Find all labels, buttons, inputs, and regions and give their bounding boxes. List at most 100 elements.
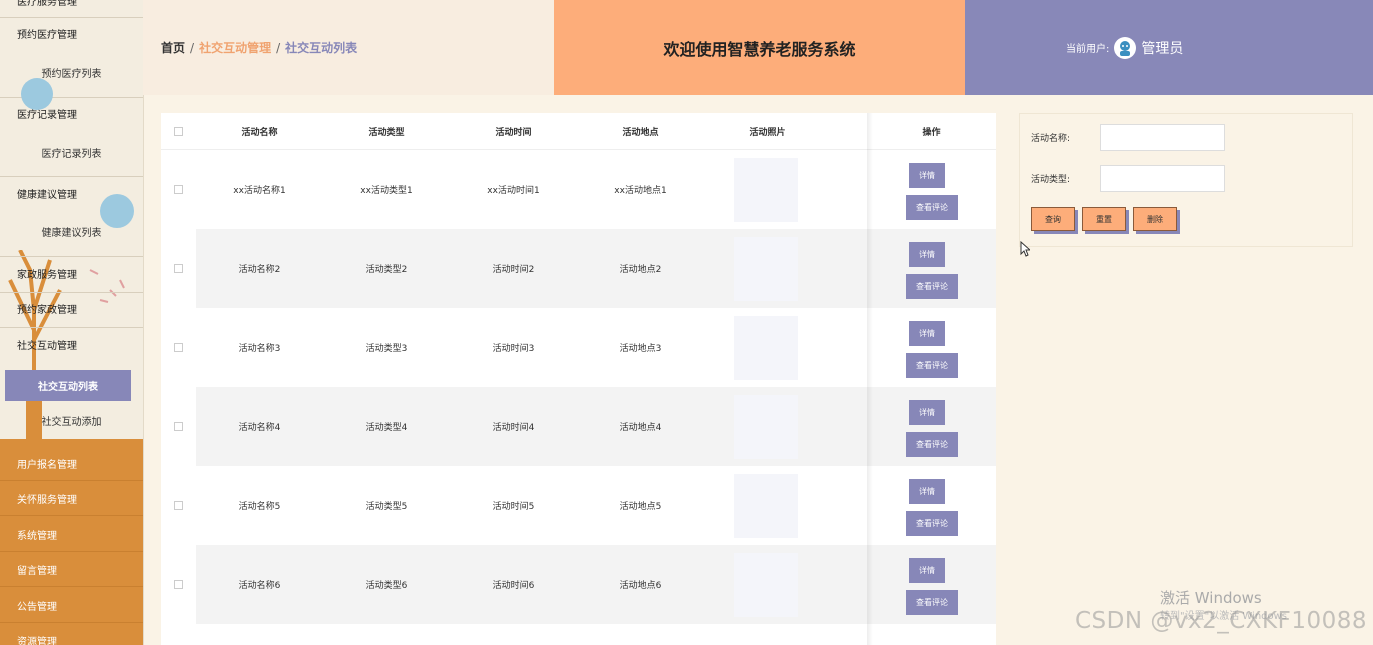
cell-type: 活动类型2 bbox=[365, 265, 408, 275]
breadcrumb-social-management[interactable]: 社交互动管理 bbox=[199, 39, 271, 56]
activity-photo bbox=[734, 237, 798, 301]
activity-photo bbox=[734, 395, 798, 459]
column-header-type: 活动类型 bbox=[368, 127, 405, 138]
reset-button[interactable]: 重置 bbox=[1082, 207, 1126, 231]
sidebar-group-care-service[interactable]: 关怀服务管理 bbox=[0, 481, 143, 516]
sidebar: 医疗服务管理 预约医疗管理 预约医疗列表 医疗记录管理 医疗记录列表 健康建议管… bbox=[0, 0, 144, 645]
sidebar-orange-section: 用户报名管理 关怀服务管理 系统管理 留言管理 公告管理 资源管理 bbox=[0, 439, 143, 645]
cell-time: 活动时间2 bbox=[492, 265, 535, 275]
sidebar-item-housekeeping-appointment[interactable]: 预约家政管理 bbox=[0, 302, 143, 320]
view-comments-button[interactable]: 查看评论 bbox=[906, 511, 958, 536]
page-title: 欢迎使用智慧养老服务系统 bbox=[663, 39, 856, 59]
cell-place: 活动地点3 bbox=[619, 344, 662, 354]
activity-photo bbox=[734, 474, 798, 538]
cell-type: 活动类型6 bbox=[365, 581, 408, 591]
view-comments-button[interactable]: 查看评论 bbox=[906, 353, 958, 378]
cell-place: 活动地点2 bbox=[619, 265, 662, 275]
detail-button[interactable]: 详情 bbox=[909, 242, 945, 267]
column-header-name: 活动名称 bbox=[241, 127, 278, 138]
detail-button[interactable]: 详情 bbox=[909, 321, 945, 346]
cell-name: 活动名称5 bbox=[238, 502, 281, 512]
view-comments-button[interactable]: 查看评论 bbox=[906, 274, 958, 299]
divider bbox=[0, 327, 143, 328]
detail-button[interactable]: 详情 bbox=[909, 400, 945, 425]
select-all-checkbox[interactable] bbox=[161, 113, 196, 149]
column-header-time: 活动时间 bbox=[495, 127, 532, 138]
cell-place: xx活动地点1 bbox=[614, 186, 667, 196]
activity-photo bbox=[734, 158, 798, 222]
activity-photo bbox=[734, 553, 798, 617]
delete-button[interactable]: 删除 bbox=[1133, 207, 1177, 231]
activity-table: 活动名称 活动类型 活动时间 活动地点 活动照片 操作 xx活动名称1 xx活动类… bbox=[161, 113, 996, 645]
detail-button[interactable]: 详情 bbox=[909, 163, 945, 188]
sidebar-group-housekeeping[interactable]: 家政服务管理 bbox=[0, 267, 143, 285]
cell-name: 活动名称3 bbox=[238, 344, 281, 354]
cell-name: xx活动名称1 bbox=[233, 186, 286, 196]
cell-time: 活动时间5 bbox=[492, 502, 535, 512]
cell-time: 活动时间6 bbox=[492, 581, 535, 591]
mouse-cursor-icon bbox=[1020, 241, 1030, 257]
cell-time: 活动时间4 bbox=[492, 423, 535, 433]
sidebar-group-user-signup[interactable]: 用户报名管理 bbox=[0, 446, 143, 481]
view-comments-button[interactable]: 查看评论 bbox=[906, 432, 958, 457]
cell-name: 活动名称6 bbox=[238, 581, 281, 591]
cell-time: 活动时间3 bbox=[492, 344, 535, 354]
fixed-column-shadow bbox=[867, 113, 873, 645]
breadcrumb-social-list: 社交互动列表 bbox=[285, 41, 358, 55]
sidebar-group-system[interactable]: 系统管理 bbox=[0, 517, 143, 552]
detail-button[interactable]: 详情 bbox=[909, 558, 945, 583]
sidebar-item-medical-record-list[interactable]: 医疗记录列表 bbox=[0, 146, 143, 164]
activity-photo bbox=[734, 316, 798, 380]
row-checkbox[interactable] bbox=[161, 150, 196, 229]
sidebar-group-social[interactable]: 社交互动管理 bbox=[0, 338, 143, 356]
search-panel: 活动名称: 活动类型: 查询 重置 删除 bbox=[1019, 113, 1353, 247]
breadcrumb: 首页 / 社交互动管理 / 社交互动列表 bbox=[143, 0, 554, 95]
divider bbox=[0, 292, 143, 293]
header-title-block: 欢迎使用智慧养老服务系统 bbox=[554, 0, 965, 95]
cell-time: xx活动时间1 bbox=[487, 186, 540, 196]
sidebar-group-notice[interactable]: 公告管理 bbox=[0, 588, 143, 623]
cell-type: 活动类型4 bbox=[365, 423, 408, 433]
column-header-operation: 操作 bbox=[922, 127, 941, 138]
activity-name-input[interactable] bbox=[1100, 124, 1225, 151]
sidebar-group-medical[interactable]: 医疗服务管理 bbox=[0, 0, 143, 12]
cell-name: 活动名称4 bbox=[238, 423, 281, 433]
query-button[interactable]: 查询 bbox=[1031, 207, 1075, 231]
breadcrumb-home[interactable]: 首页 bbox=[161, 39, 185, 56]
windows-activation-watermark: 激活 Windows bbox=[1160, 589, 1262, 607]
sidebar-group-appointment-medical[interactable]: 预约医疗管理 bbox=[0, 27, 143, 45]
cell-type: xx活动类型1 bbox=[360, 186, 413, 196]
cell-type: 活动类型5 bbox=[365, 502, 408, 512]
row-checkbox[interactable] bbox=[161, 229, 196, 308]
view-comments-button[interactable]: 查看评论 bbox=[906, 590, 958, 615]
divider bbox=[0, 256, 143, 257]
sidebar-group-resource[interactable]: 资源管理 bbox=[0, 623, 143, 645]
row-checkbox[interactable] bbox=[161, 387, 196, 466]
breadcrumb-separator: / bbox=[276, 40, 281, 55]
sidebar-item-social-add[interactable]: 社交互动添加 bbox=[0, 414, 143, 432]
cloud-icon bbox=[21, 78, 53, 110]
detail-button[interactable]: 详情 bbox=[909, 479, 945, 504]
sidebar-item-social-list[interactable]: 社交互动列表 bbox=[5, 370, 131, 401]
activity-name-label: 活动名称: bbox=[1031, 134, 1071, 144]
activity-type-input[interactable] bbox=[1100, 165, 1225, 192]
cloud-icon bbox=[100, 194, 134, 228]
divider bbox=[0, 17, 143, 18]
user-info: 当前用户: 管理员 bbox=[965, 0, 1373, 95]
csdn-watermark: CSDN @vx2_CXKF10088 bbox=[1075, 608, 1368, 634]
row-checkbox[interactable] bbox=[161, 466, 196, 545]
avatar-icon bbox=[1114, 36, 1137, 59]
cell-place: 活动地点6 bbox=[619, 581, 662, 591]
column-header-place: 活动地点 bbox=[622, 127, 659, 138]
row-checkbox[interactable] bbox=[161, 545, 196, 624]
cell-name: 活动名称2 bbox=[238, 265, 281, 275]
sidebar-group-messages[interactable]: 留言管理 bbox=[0, 552, 143, 587]
cell-type: 活动类型3 bbox=[365, 344, 408, 354]
row-checkbox[interactable] bbox=[161, 308, 196, 387]
divider bbox=[0, 176, 143, 177]
column-header-photo: 活动照片 bbox=[749, 127, 786, 138]
current-user-label: 当前用户: bbox=[1066, 44, 1110, 55]
breadcrumb-separator: / bbox=[190, 40, 195, 55]
activity-type-label: 活动类型: bbox=[1031, 175, 1071, 185]
view-comments-button[interactable]: 查看评论 bbox=[906, 195, 958, 220]
